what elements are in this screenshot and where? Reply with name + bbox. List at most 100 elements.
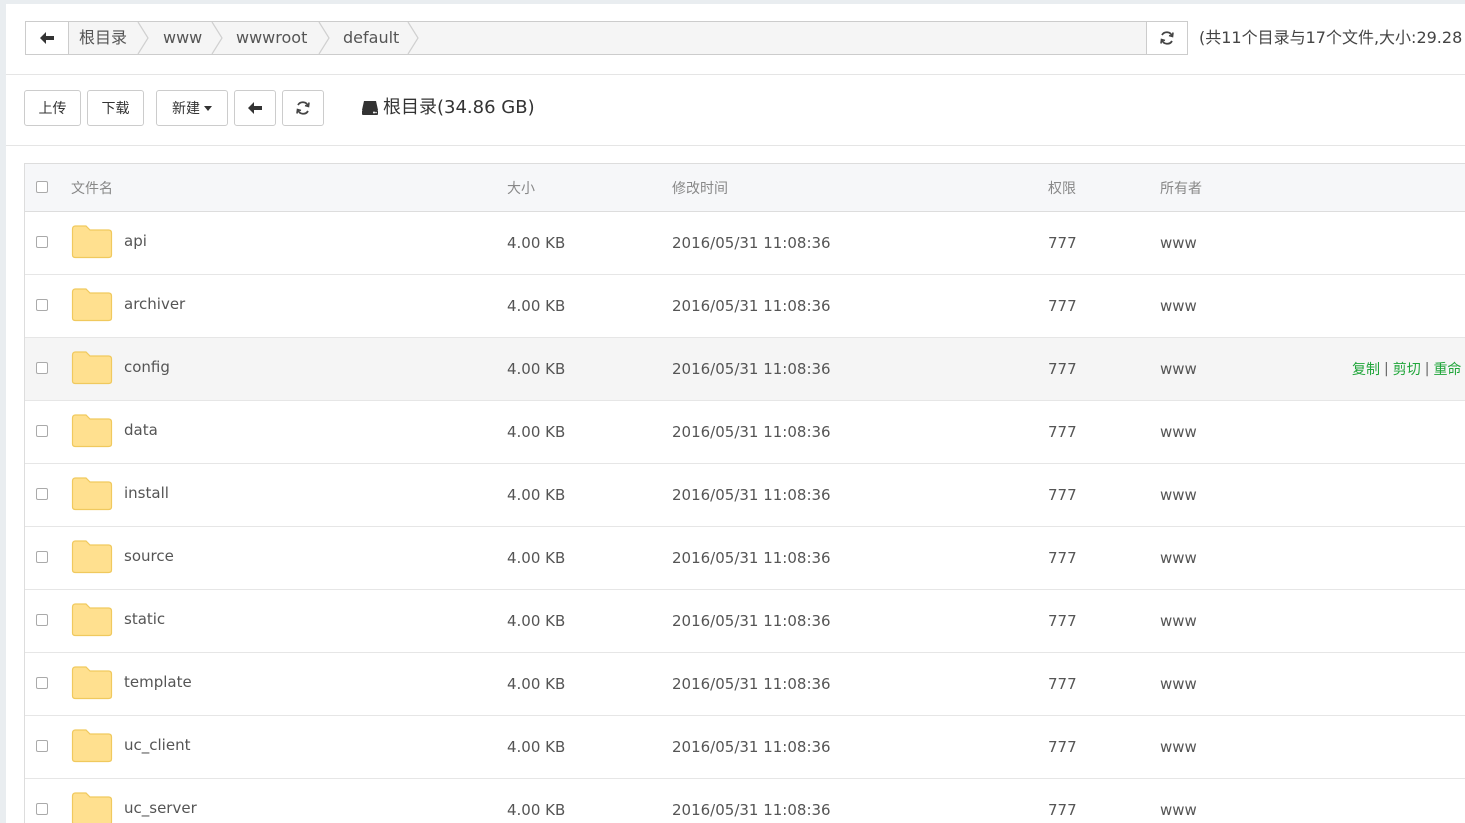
file-owner[interactable]: www [1160,464,1197,526]
file-permission[interactable]: 777 [1048,401,1077,463]
row-checkbox[interactable] [36,299,48,311]
file-name[interactable]: uc_client [124,736,190,754]
arrow-left-icon [40,32,54,44]
file-table: 文件名 大小 修改时间 权限 所有者 api 4.00 KB 2016/05/31 … [24,163,1465,823]
column-header-permission[interactable]: 权限 [1048,164,1076,211]
file-owner[interactable]: www [1160,401,1197,463]
upload-button[interactable]: 上传 [24,90,81,126]
folder-icon [71,477,113,511]
file-permission[interactable]: 777 [1048,779,1077,823]
file-owner[interactable]: www [1160,212,1197,274]
new-dropdown-button[interactable]: 新建 [156,90,228,126]
file-owner[interactable]: www [1160,590,1197,652]
cut-link[interactable]: 剪切 [1393,359,1421,379]
row-checkbox[interactable] [36,488,48,500]
file-name[interactable]: source [124,547,174,565]
file-name[interactable]: template [124,673,192,691]
row-checkbox[interactable] [36,362,48,374]
file-name[interactable]: api [124,232,147,250]
folder-icon [71,603,113,637]
breadcrumb-refresh-button[interactable] [1146,22,1187,54]
file-name[interactable]: archiver [124,295,185,313]
disk-label: 根目录(34.86 GB) [383,97,535,118]
file-name[interactable]: config [124,358,170,376]
breadcrumb-item-wwwroot[interactable]: wwwroot [236,22,307,54]
file-name[interactable]: install [124,484,169,502]
file-owner[interactable]: www [1160,653,1197,715]
file-mtime: 2016/05/31 11:08:36 [672,360,831,378]
file-size: 4.00 KB [507,549,566,567]
file-owner[interactable]: www [1160,779,1197,823]
file-owner[interactable]: www [1160,275,1197,337]
table-row[interactable]: archiver 4.00 KB 2016/05/31 11:08:36 777 www [25,275,1465,338]
file-permission[interactable]: 777 [1048,716,1077,778]
row-checkbox[interactable] [36,551,48,563]
file-owner[interactable]: www [1160,527,1197,589]
divider [6,74,1465,75]
file-permission[interactable]: 777 [1048,464,1077,526]
row-actions: 复制 | 剪切 | 重命 [1352,338,1461,400]
row-checkbox[interactable] [36,740,48,752]
file-owner[interactable]: www [1160,716,1197,778]
table-row[interactable]: uc_server 4.00 KB 2016/05/31 11:08:36 777 ww… [25,779,1465,823]
row-checkbox[interactable] [36,803,48,815]
breadcrumb-item-default[interactable]: default [343,22,399,54]
refresh-icon [1160,31,1174,45]
row-checkbox[interactable] [36,236,48,248]
column-header-filename[interactable]: 文件名 [71,164,113,211]
file-permission[interactable]: 777 [1048,212,1077,274]
copy-link[interactable]: 复制 [1352,359,1380,379]
file-owner[interactable]: www [1160,338,1197,400]
file-mtime: 2016/05/31 11:08:36 [672,549,831,567]
file-permission[interactable]: 777 [1048,338,1077,400]
table-row[interactable]: data 4.00 KB 2016/05/31 11:08:36 777 www [25,401,1465,464]
file-size: 4.00 KB [507,675,566,693]
arrow-left-icon [248,102,262,114]
folder-icon [71,288,113,322]
table-body: api 4.00 KB 2016/05/31 11:08:36 777 www archi… [25,212,1465,823]
left-background-strip [0,0,6,823]
table-header: 文件名 大小 修改时间 权限 所有者 [25,164,1465,212]
folder-icon [71,225,113,259]
column-header-size[interactable]: 大小 [507,164,535,211]
table-row[interactable]: uc_client 4.00 KB 2016/05/31 11:08:36 777 ww… [25,716,1465,779]
file-permission[interactable]: 777 [1048,527,1077,589]
file-name[interactable]: data [124,421,158,439]
row-checkbox[interactable] [36,614,48,626]
table-row[interactable]: source 4.00 KB 2016/05/31 11:08:36 777 www [25,527,1465,590]
back-button[interactable] [234,90,276,126]
file-permission[interactable]: 777 [1048,590,1077,652]
directory-summary: (共11个目录与17个文件,大小:29.28 K [1199,28,1465,47]
file-name[interactable]: static [124,610,165,628]
file-mtime: 2016/05/31 11:08:36 [672,486,831,504]
file-permission[interactable]: 777 [1048,653,1077,715]
breadcrumb-item-www[interactable]: www [163,22,202,54]
refresh-button[interactable] [282,90,324,126]
hard-drive-icon [362,101,378,115]
rename-link[interactable]: 重命 [1433,359,1461,379]
column-header-mtime[interactable]: 修改时间 [672,164,728,211]
file-mtime: 2016/05/31 11:08:36 [672,297,831,315]
table-row[interactable]: api 4.00 KB 2016/05/31 11:08:36 777 www [25,212,1465,275]
row-checkbox[interactable] [36,677,48,689]
row-checkbox[interactable] [36,425,48,437]
file-name[interactable]: uc_server [124,799,197,817]
select-all-checkbox[interactable] [36,181,48,193]
folder-icon [71,792,113,823]
breadcrumb-item-root[interactable]: 根目录 [79,22,127,54]
column-header-owner[interactable]: 所有者 [1160,164,1202,211]
file-size: 4.00 KB [507,801,566,819]
table-row[interactable]: install 4.00 KB 2016/05/31 11:08:36 777 www [25,464,1465,527]
refresh-icon [296,101,310,115]
table-row[interactable]: template 4.00 KB 2016/05/31 11:08:36 777 www [25,653,1465,716]
download-button[interactable]: 下载 [87,90,144,126]
file-permission[interactable]: 777 [1048,275,1077,337]
breadcrumb-back-button[interactable] [26,22,69,54]
file-size: 4.00 KB [507,423,566,441]
file-mtime: 2016/05/31 11:08:36 [672,801,831,819]
table-row[interactable]: config 4.00 KB 2016/05/31 11:08:36 777 www 复制… [25,338,1465,401]
table-row[interactable]: static 4.00 KB 2016/05/31 11:08:36 777 www [25,590,1465,653]
file-size: 4.00 KB [507,297,566,315]
file-mtime: 2016/05/31 11:08:36 [672,675,831,693]
action-separator: | [1424,361,1430,377]
